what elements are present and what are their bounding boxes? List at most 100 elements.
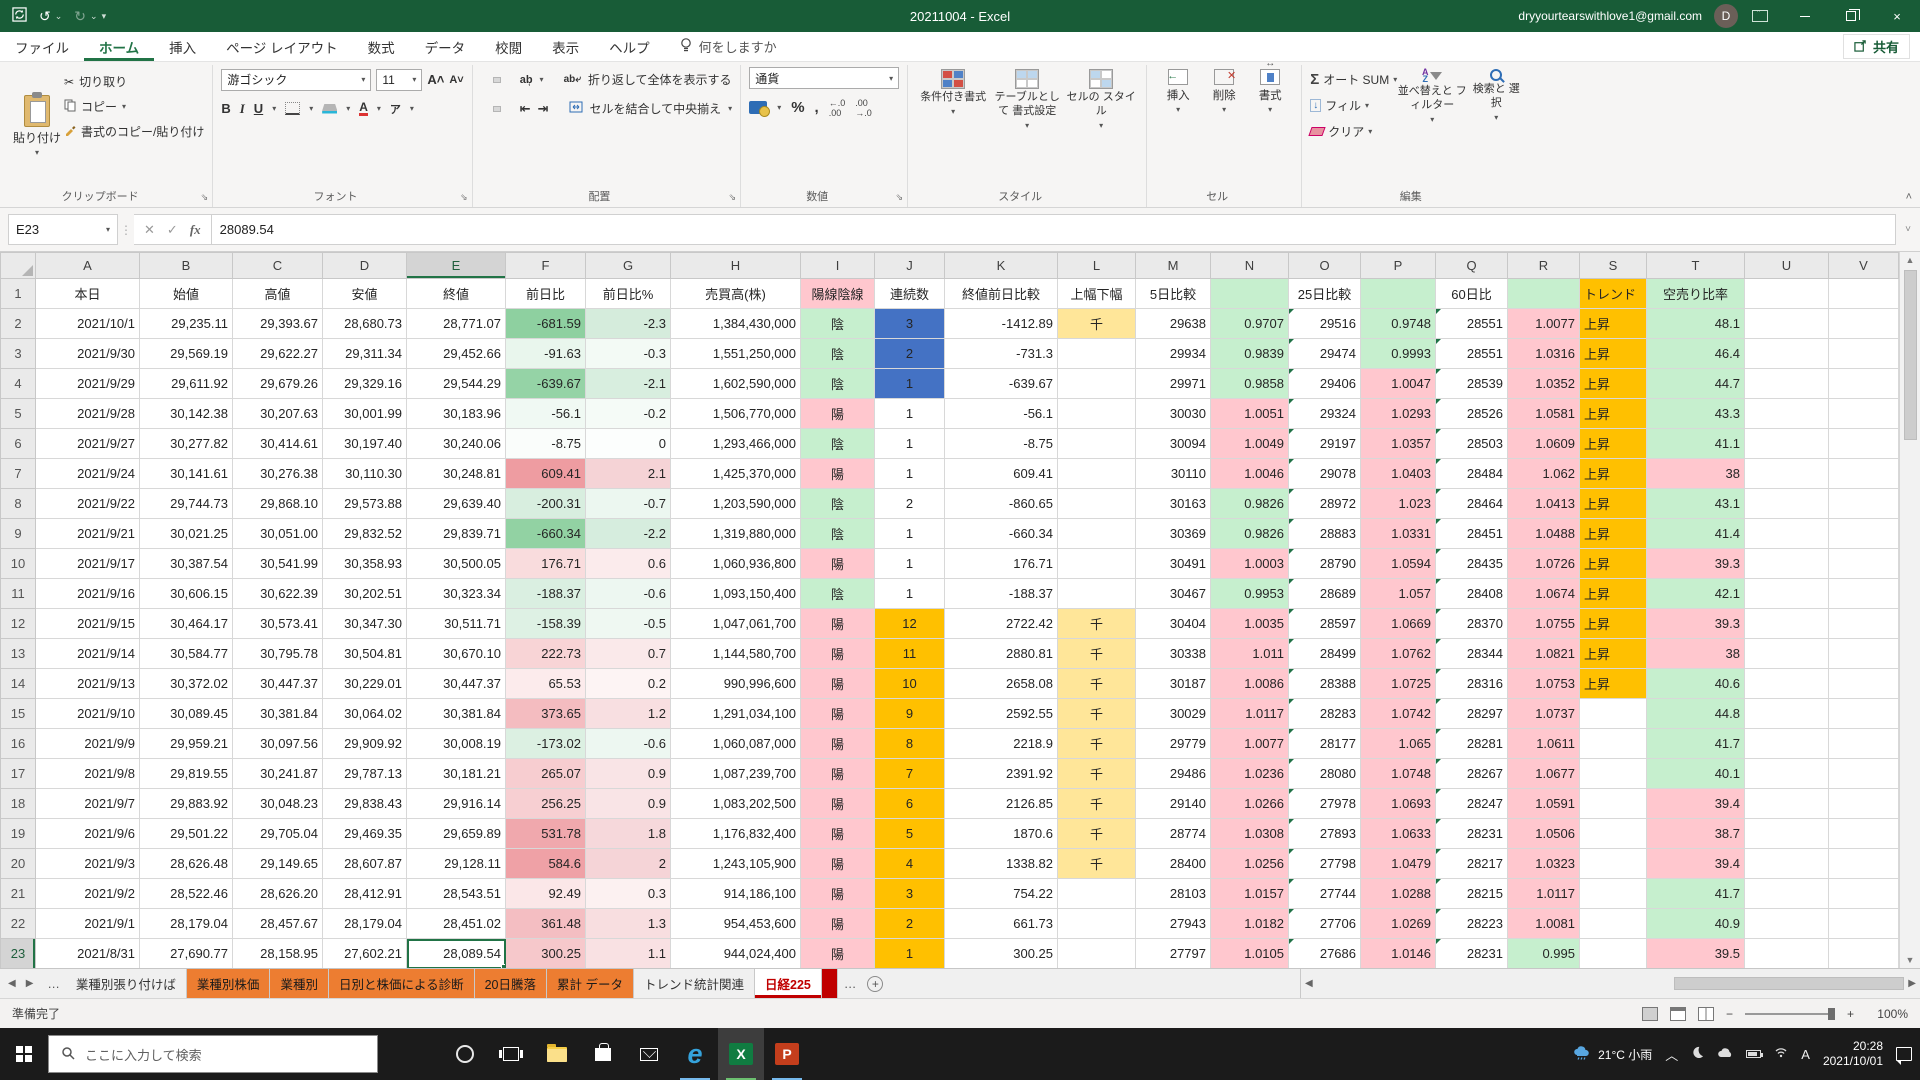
cell-U9[interactable]	[1745, 519, 1829, 549]
cell-H1[interactable]: 売買高(株)	[671, 279, 801, 309]
cell-J11[interactable]: 1	[875, 579, 945, 609]
tray-expand-icon[interactable]: ︿	[1665, 1045, 1678, 1064]
row-header-1[interactable]: 1	[1, 279, 36, 309]
cell-L5[interactable]	[1058, 399, 1136, 429]
cell-C21[interactable]: 28,626.20	[233, 879, 323, 909]
cell-P12[interactable]: 1.0669	[1361, 609, 1436, 639]
cell-T9[interactable]: 41.4	[1647, 519, 1745, 549]
clipboard-dialog-launcher-icon[interactable]: ⇘	[201, 192, 209, 203]
cell-U1[interactable]	[1745, 279, 1829, 309]
new-sheet-button[interactable]: +	[862, 969, 888, 998]
column-header-S[interactable]: S	[1580, 253, 1647, 279]
wifi-icon[interactable]	[1774, 1047, 1788, 1061]
cell-K2[interactable]: -1412.89	[945, 309, 1058, 339]
phonetic-guide-icon[interactable]: ア	[390, 101, 401, 117]
cell-S6[interactable]: 上昇	[1580, 429, 1647, 459]
decrease-font-icon[interactable]: A˅	[449, 74, 463, 86]
cell-P1[interactable]	[1361, 279, 1436, 309]
cell-R15[interactable]: 1.0737	[1508, 699, 1580, 729]
cell-I12[interactable]: 陽	[801, 609, 875, 639]
cell-V10[interactable]	[1829, 549, 1899, 579]
row-header-19[interactable]: 19	[1, 819, 36, 849]
collapse-ribbon-icon[interactable]: ˄	[1906, 191, 1912, 203]
cell-U18[interactable]	[1745, 789, 1829, 819]
cell-J6[interactable]: 1	[875, 429, 945, 459]
cell-T14[interactable]: 40.6	[1647, 669, 1745, 699]
cell-P11[interactable]: 1.057	[1361, 579, 1436, 609]
cell-Q3[interactable]: 28551	[1436, 339, 1508, 369]
cell-C10[interactable]: 30,541.99	[233, 549, 323, 579]
cell-C9[interactable]: 30,051.00	[233, 519, 323, 549]
next-sheet-icon[interactable]: ▶	[26, 978, 34, 989]
cell-J2[interactable]: 3	[875, 309, 945, 339]
column-header-B[interactable]: B	[140, 253, 233, 279]
number-format-select[interactable]: 通貨▾	[749, 67, 899, 89]
ribbon-tab-数式[interactable]: 数式	[353, 32, 410, 61]
cell-J23[interactable]: 1	[875, 939, 945, 969]
cell-Q7[interactable]: 28484	[1436, 459, 1508, 489]
cell-D20[interactable]: 28,607.87	[323, 849, 407, 879]
format-as-table-button[interactable]: テーブルとして 書式設定▾	[990, 67, 1064, 185]
row-header-17[interactable]: 17	[1, 759, 36, 789]
cell-M7[interactable]: 30110	[1136, 459, 1211, 489]
cell-V3[interactable]	[1829, 339, 1899, 369]
cell-B9[interactable]: 30,021.25	[140, 519, 233, 549]
cell-F11[interactable]: -188.37	[506, 579, 586, 609]
cell-Q2[interactable]: 28551	[1436, 309, 1508, 339]
cell-S20[interactable]	[1580, 849, 1647, 879]
cell-G7[interactable]: 2.1	[586, 459, 671, 489]
cell-I7[interactable]: 陽	[801, 459, 875, 489]
restore-button[interactable]	[1828, 0, 1874, 32]
cell-M13[interactable]: 30338	[1136, 639, 1211, 669]
alignment-dialog-launcher-icon[interactable]: ⇘	[729, 192, 737, 203]
cell-F1[interactable]: 前日比	[506, 279, 586, 309]
cell-C15[interactable]: 30,381.84	[233, 699, 323, 729]
cell-F12[interactable]: -158.39	[506, 609, 586, 639]
cell-K23[interactable]: 300.25	[945, 939, 1058, 969]
cell-V18[interactable]	[1829, 789, 1899, 819]
cell-C3[interactable]: 29,622.27	[233, 339, 323, 369]
row-header-12[interactable]: 12	[1, 609, 36, 639]
cell-F18[interactable]: 256.25	[506, 789, 586, 819]
cell-Q6[interactable]: 28503	[1436, 429, 1508, 459]
cell-M21[interactable]: 28103	[1136, 879, 1211, 909]
column-header-N[interactable]: N	[1211, 253, 1289, 279]
cell-S8[interactable]: 上昇	[1580, 489, 1647, 519]
cell-R12[interactable]: 1.0755	[1508, 609, 1580, 639]
cell-B17[interactable]: 29,819.55	[140, 759, 233, 789]
cell-L1[interactable]: 上幅下幅	[1058, 279, 1136, 309]
cell-O17[interactable]: 28080	[1289, 759, 1361, 789]
cell-K13[interactable]: 2880.81	[945, 639, 1058, 669]
find-select-button[interactable]: 検索と 選択▾	[1467, 67, 1525, 185]
sheet-tab-業種別株価[interactable]: 業種別株価	[187, 969, 271, 998]
cell-N5[interactable]: 1.0051	[1211, 399, 1289, 429]
copy-button[interactable]: コピー▾	[64, 94, 204, 119]
cell-B16[interactable]: 29,959.21	[140, 729, 233, 759]
cell-D4[interactable]: 29,329.16	[323, 369, 407, 399]
cell-V9[interactable]	[1829, 519, 1899, 549]
cell-S3[interactable]: 上昇	[1580, 339, 1647, 369]
cell-V15[interactable]	[1829, 699, 1899, 729]
percent-style-icon[interactable]: %	[791, 99, 804, 116]
cell-I2[interactable]: 陰	[801, 309, 875, 339]
font-color-icon[interactable]: A	[359, 101, 368, 116]
align-right-icon[interactable]	[507, 107, 513, 111]
column-header-L[interactable]: L	[1058, 253, 1136, 279]
cell-J22[interactable]: 2	[875, 909, 945, 939]
cell-C2[interactable]: 29,393.67	[233, 309, 323, 339]
zoom-level[interactable]: 100%	[1866, 1007, 1908, 1021]
cell-V4[interactable]	[1829, 369, 1899, 399]
cell-M14[interactable]: 30187	[1136, 669, 1211, 699]
cell-E8[interactable]: 29,639.40	[407, 489, 506, 519]
cell-F21[interactable]: 92.49	[506, 879, 586, 909]
sheet-tab-日別と株価による診断[interactable]: 日別と株価による診断	[329, 969, 475, 998]
cell-I9[interactable]: 陰	[801, 519, 875, 549]
cell-A6[interactable]: 2021/9/27	[36, 429, 140, 459]
cell-N20[interactable]: 1.0256	[1211, 849, 1289, 879]
cell-E23[interactable]: 28,089.54	[407, 939, 506, 969]
cell-Q9[interactable]: 28451	[1436, 519, 1508, 549]
cell-J12[interactable]: 12	[875, 609, 945, 639]
orientation-icon[interactable]: ab̜	[520, 74, 533, 86]
borders-icon[interactable]	[285, 102, 300, 115]
row-header-18[interactable]: 18	[1, 789, 36, 819]
